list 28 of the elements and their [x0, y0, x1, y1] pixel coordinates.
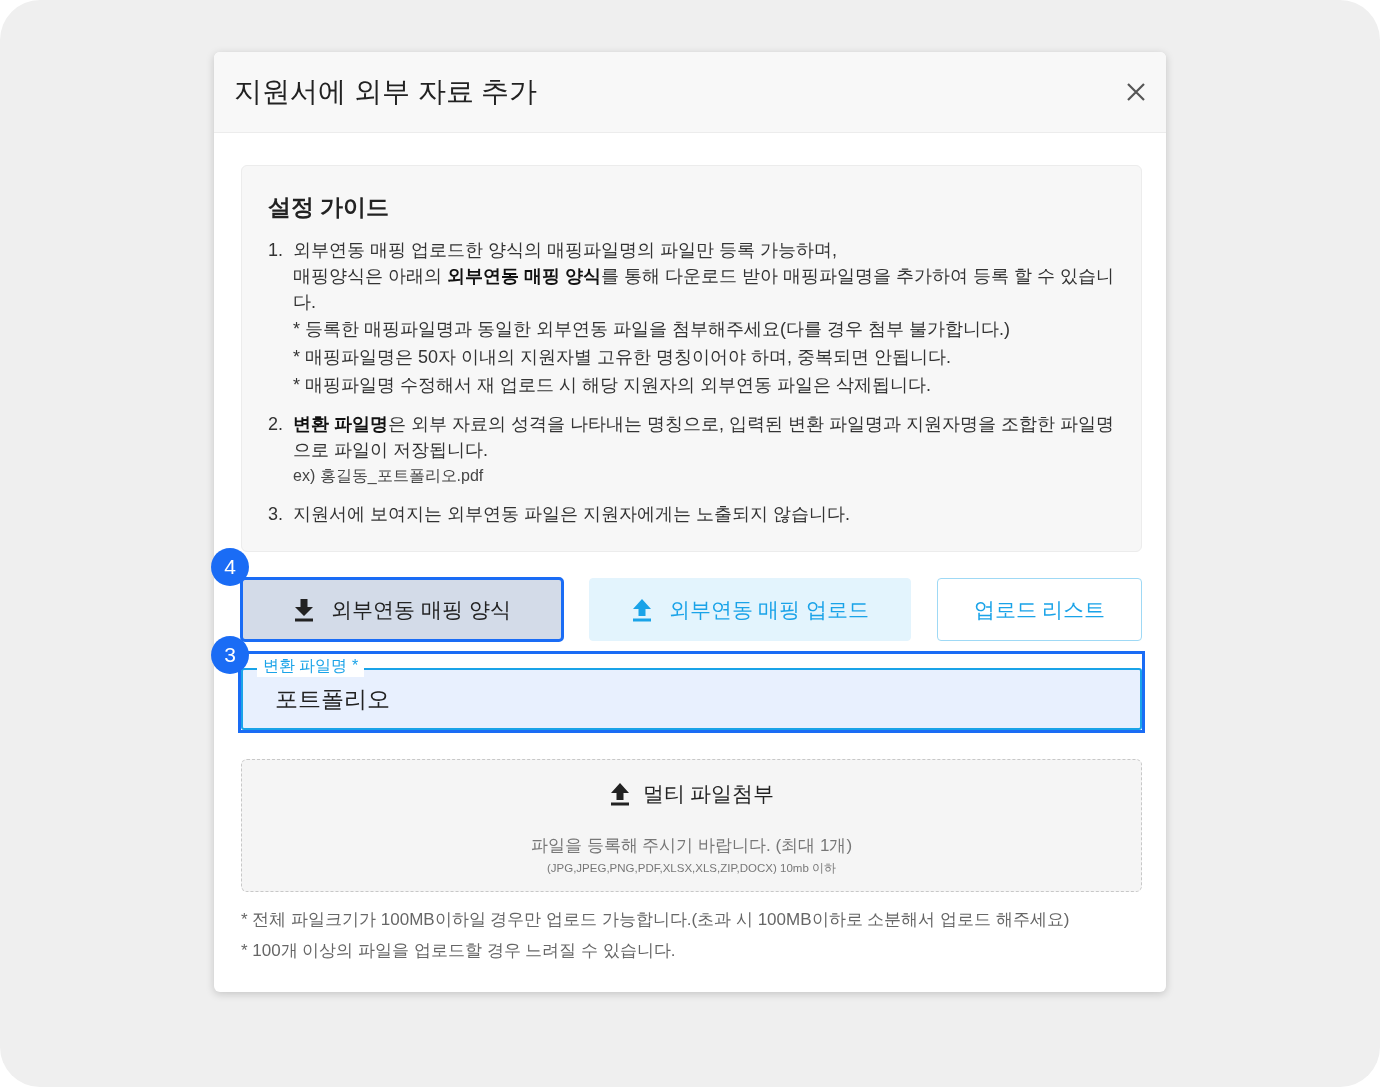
example-text: ex) 홍길동_포트폴리오.pdf [293, 466, 485, 486]
download-icon [293, 597, 316, 622]
dropzone-hint: 파일을 등록해 주시기 바랍니다. (최대 1개) [530, 835, 853, 857]
guide-text: 외부연동 매핑 업로드한 양식의 매핑파일명의 파일만 등록 가능하며, [293, 239, 839, 262]
guide-title: 설정 가이드 [268, 193, 391, 222]
guide-text: 매핑양식은 아래의 외부연동 매핑 양식를 통해 다운로드 받아 매핑파일명을 추가하여 등록 할 수 있습니다. [293, 265, 1115, 314]
guide-note: * 매핑파일명은 50자 이내의 지원자별 고유한 명칭이어야 하며, 중복되면 안됩니다. [293, 346, 953, 369]
download-button[interactable]: 외부연동 매핑 양식 [241, 578, 563, 641]
dropzone-formats: (JPG,JPEG,PNG,PDF,XLSX,XLS,ZIP,DOCX) 10mb 이하 [547, 861, 836, 876]
upload-icon [630, 597, 653, 622]
guide-text: 지원서에 보여지는 외부연동 파일은 지원자에게는 노출되지 않습니다. [293, 503, 851, 526]
upload-icon [608, 782, 631, 806]
close-button[interactable] [1126, 82, 1146, 102]
dialog-title: 지원서에 외부 자료 추가 [234, 75, 538, 109]
list-number: 3. [268, 503, 283, 526]
footnote: * 전체 파일크기가 100MB이하일 경우만 업로드 가능합니다.(초과 시 100MB이하로 소분해서 업로드 해주세요) [241, 909, 1071, 931]
field-label: 변환 파일명 * [257, 656, 365, 677]
step-badge: 3 [211, 636, 249, 674]
guide-text: 변환 파일명은 외부 자료의 성격을 나타내는 명칭으로, 입력된 변환 파일명과 지원자명을 조합한 파일명으로 파일이 저장됩니다. [293, 413, 1115, 462]
file-dropzone[interactable]: 멀티 파일첨부 파일을 등록해 주시기 바랍니다. (최대 1개) (JPG,JPEG,PNG,PDF,XLSX,XLS,ZIP,DOCX) 10mb 이하 [241, 759, 1142, 892]
guide-note: * 매핑파일명 수정해서 재 업로드 시 해당 지원자의 외부연동 파일은 삭제됩니다. [293, 374, 933, 397]
close-icon [1126, 82, 1146, 102]
step-badge: 4 [211, 548, 249, 586]
dropzone-title: 멀티 파일첨부 [642, 781, 775, 807]
footnote: * 100개 이상의 파일을 업로드할 경우 느려질 수 있습니다. [241, 940, 677, 962]
guide-note: * 등록한 매핑파일명과 동일한 외부연동 파일을 첨부해주세요(다를 경우 첨부 불가합니다.) [293, 318, 1012, 341]
list-number: 1. [268, 239, 283, 262]
list-number: 2. [268, 413, 283, 436]
